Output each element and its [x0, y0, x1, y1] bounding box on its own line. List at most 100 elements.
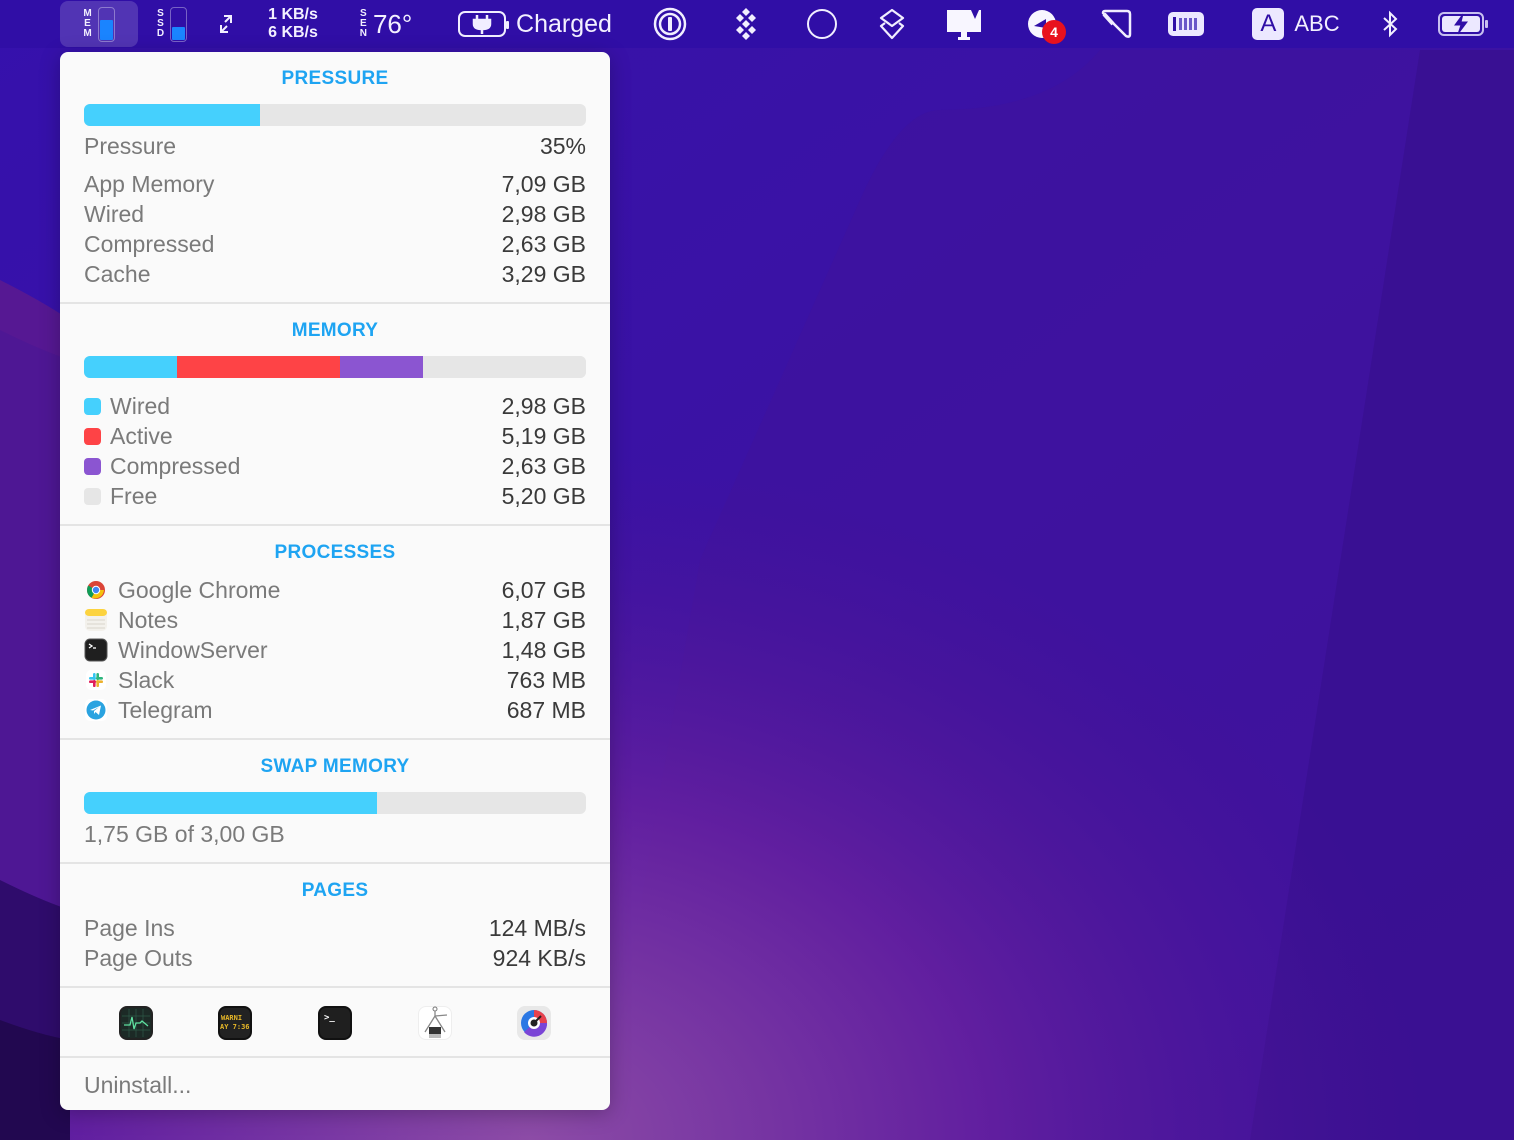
activity-monitor-button[interactable] [118, 1006, 153, 1040]
row-value: 7,09 GB [501, 170, 586, 197]
pressure-row: Pressure 35% [84, 131, 586, 161]
network-arrows-icon[interactable] [212, 0, 240, 48]
row-value: 2,63 GB [501, 452, 586, 479]
telegram-icon [84, 698, 108, 722]
stat-row: Page Outs 924 KB/s [84, 943, 586, 973]
process-memory: 6,07 GB [501, 576, 586, 603]
mem-label: M E M [83, 9, 91, 39]
uninstall-button[interactable]: Uninstall... [84, 1072, 191, 1099]
ssd-label: S S D [157, 9, 164, 39]
legend-label-wrap: Compressed [84, 453, 240, 480]
terminal-button[interactable]: >_ [317, 1006, 352, 1040]
input-source-letter: A [1252, 8, 1285, 40]
system-information-icon [424, 1006, 447, 1038]
process-name: Telegram [118, 696, 213, 723]
app-shortcuts-toolbar: WARNI AY 7:36 >_ [60, 986, 610, 1056]
mem-letter: M [83, 28, 92, 39]
bluetooth-icon[interactable] [1370, 0, 1410, 48]
ssd-menu-item[interactable]: S S D [148, 0, 196, 48]
activity-monitor-icon [121, 1009, 150, 1037]
process-label-wrap: WindowServer [84, 637, 268, 664]
section-title: PROCESSES [274, 542, 396, 563]
ssd-usage-bar [170, 6, 188, 42]
input-source-menu[interactable]: A ABC [1248, 0, 1344, 48]
pressure-bar [84, 104, 586, 126]
row-label: Compressed [84, 230, 215, 257]
memory-bar-segment-free [422, 356, 586, 378]
chrome-icon [84, 578, 108, 602]
section-title: SWAP MEMORY [260, 756, 410, 777]
battery-bars-icon[interactable] [1166, 0, 1206, 48]
swap-usage-text: 1,75 GB of 3,00 GB [84, 820, 285, 847]
circle-icon[interactable] [802, 0, 842, 48]
process-row[interactable]: Slack 763 MB [84, 665, 586, 695]
process-memory: 1,48 GB [501, 636, 586, 663]
memory-stacked-bar [84, 356, 586, 378]
row-label: Free [110, 482, 158, 509]
menu-bar: M E M S S D 1 KB/s 6 KB/s S E N 76° Char… [0, 0, 1514, 48]
memory-bar-segment-wired [84, 356, 178, 378]
process-name: Google Chrome [118, 576, 281, 603]
ssd-letter: D [156, 28, 165, 39]
stack-icon[interactable] [872, 0, 912, 48]
1password-icon[interactable] [650, 0, 690, 48]
power-menu-item[interactable]: Charged [450, 0, 620, 48]
battery-charging-icon[interactable] [1436, 0, 1492, 48]
stat-row: Compressed 2,63 GB [84, 229, 586, 259]
row-value: 35% [539, 132, 586, 159]
process-name: WindowServer [118, 636, 268, 663]
row-value: 924 KB/s [492, 944, 586, 971]
network-menu-item[interactable]: 1 KB/s 6 KB/s [258, 0, 328, 48]
row-label: Wired [110, 392, 171, 419]
row-value: 2,63 GB [501, 230, 586, 257]
mem-usage-bar [97, 6, 115, 42]
process-memory: 763 MB [506, 666, 586, 693]
legend-label-wrap: Active [84, 423, 173, 450]
istat-menus-button[interactable] [517, 1006, 552, 1040]
notification-icon[interactable]: 4 [1022, 0, 1066, 48]
legend-swatch [84, 487, 101, 505]
row-label: Compressed [110, 452, 241, 479]
terminal-icon: >_ [324, 1013, 335, 1023]
upload-speed: 1 KB/s [268, 6, 318, 23]
process-row[interactable]: WindowServer 1,48 GB [84, 635, 586, 665]
stat-row: Page Ins 124 MB/s [84, 913, 586, 943]
console-button[interactable]: WARNI AY 7:36 [218, 1006, 253, 1040]
system-information-button[interactable] [417, 1006, 452, 1040]
notification-badge: 4 [1042, 20, 1066, 44]
pages-section: PAGES Page Ins 124 MB/s Page Outs 924 KB… [60, 862, 610, 986]
process-name: Slack [118, 666, 175, 693]
process-row[interactable]: Google Chrome 6,07 GB [84, 575, 586, 605]
swap-section: SWAP MEMORY 1,75 GB of 3,00 GB [60, 738, 610, 862]
process-memory: 687 MB [506, 696, 586, 723]
memory-menu-item[interactable]: M E M [60, 1, 138, 47]
row-value: 2,98 GB [501, 200, 586, 227]
memory-bar-segment-compressed [340, 356, 423, 378]
pressure-bar-fill [84, 104, 260, 126]
stat-row: Wired 2,98 GB [84, 199, 586, 229]
swap-bar [84, 792, 586, 814]
row-label: Cache [84, 260, 151, 287]
row-value: 5,19 GB [501, 422, 586, 449]
slack-icon [84, 668, 108, 692]
display-icon[interactable] [944, 0, 984, 48]
power-status: Charged [516, 9, 612, 38]
istat-menus-icon [521, 1010, 548, 1037]
sen-label: S E N [360, 9, 367, 39]
legend-swatch [84, 457, 101, 475]
row-label: Active [110, 422, 173, 449]
process-row[interactable]: Notes 1,87 GB [84, 605, 586, 635]
process-row[interactable]: Telegram 687 MB [84, 695, 586, 725]
notes-icon [84, 608, 108, 632]
stat-row: Cache 3,29 GB [84, 259, 586, 289]
mem-usage-fill [99, 20, 113, 40]
process-label-wrap: Google Chrome [84, 577, 280, 604]
tag-icon[interactable] [1096, 0, 1136, 48]
pressure-section: PRESSURE Pressure 35% App Memory 7,09 GB… [60, 52, 610, 302]
row-value: 5,20 GB [501, 482, 586, 509]
memory-section: MEMORY Wired 2,98 GB Active 5,19 GB Comp… [60, 302, 610, 524]
diamond-grid-icon[interactable] [726, 0, 766, 48]
sensors-menu-item[interactable]: S E N 76° [350, 0, 422, 48]
terminal-icon [84, 638, 108, 662]
legend-label-wrap: Wired [84, 393, 170, 420]
